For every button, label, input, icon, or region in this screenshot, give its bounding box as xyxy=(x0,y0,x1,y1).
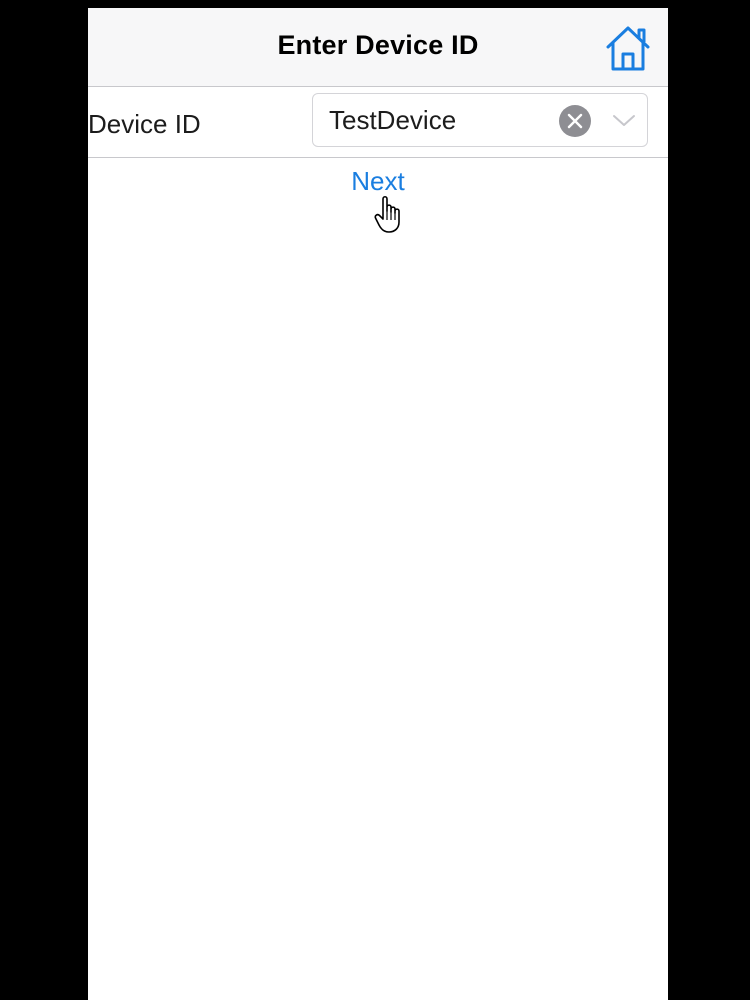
next-button[interactable]: Next xyxy=(88,166,668,197)
navigation-bar: Enter Device ID xyxy=(88,8,668,87)
hand-pointer-icon xyxy=(374,194,404,234)
status-strip xyxy=(82,0,668,8)
home-button[interactable] xyxy=(604,24,652,72)
page-title: Enter Device ID xyxy=(277,30,479,60)
device-id-input[interactable] xyxy=(329,94,549,146)
clear-button[interactable] xyxy=(559,105,591,137)
dropdown-toggle[interactable] xyxy=(611,108,637,132)
device-id-combobox[interactable] xyxy=(312,93,648,147)
clear-icon xyxy=(567,113,583,129)
home-icon xyxy=(606,26,650,71)
device-id-label: Device ID xyxy=(88,109,201,139)
app-screen: Enter Device ID Device ID TestDevice Nex… xyxy=(88,8,668,1000)
chevron-down-icon xyxy=(613,115,635,126)
device-frame: Enter Device ID Device ID TestDevice Nex… xyxy=(0,0,750,1000)
device-id-row: Device ID xyxy=(88,87,668,158)
